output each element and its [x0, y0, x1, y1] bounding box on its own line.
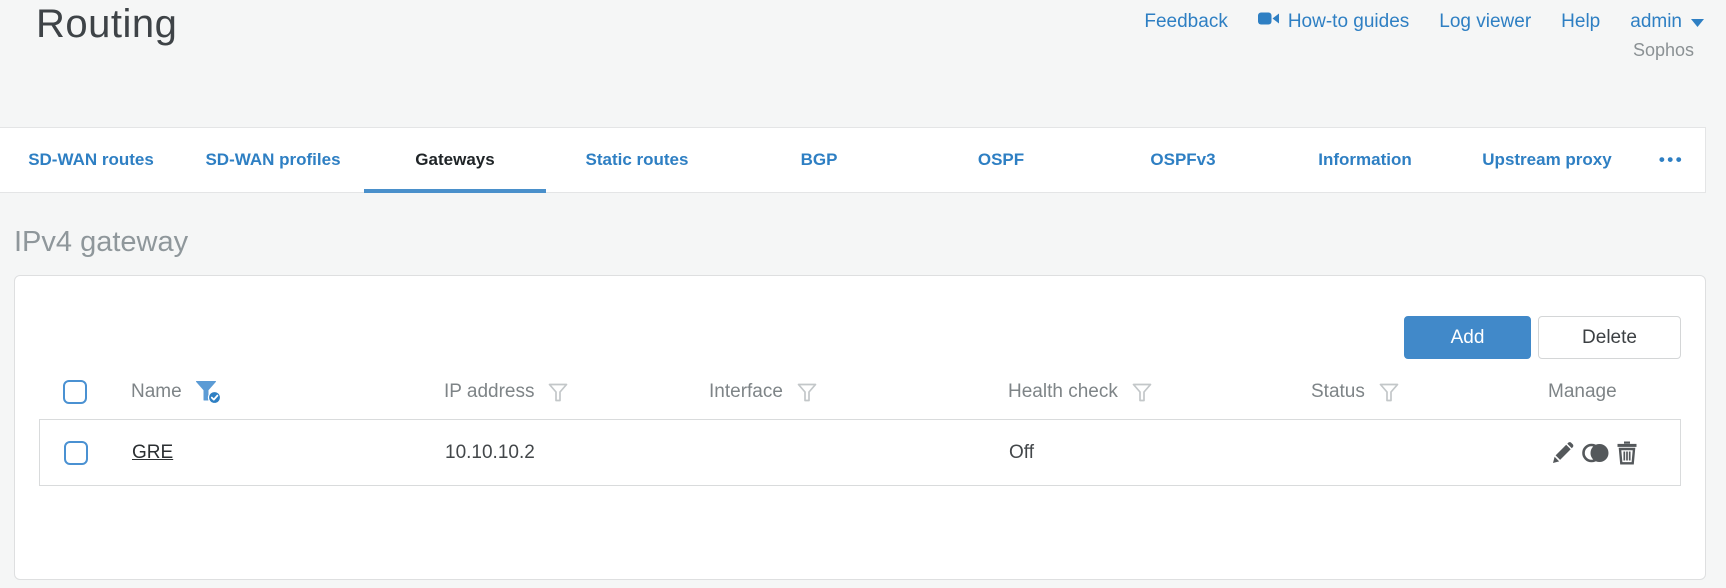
brand-label: Sophos — [1632, 40, 1694, 60]
video-camera-icon — [1257, 10, 1279, 33]
table-row: GRE 10.10.10.2 Off — [39, 419, 1681, 486]
tab-ospf[interactable]: OSPF — [910, 128, 1092, 192]
log-viewer-label: Log viewer — [1439, 10, 1532, 32]
tab-ospfv3[interactable]: OSPFv3 — [1092, 128, 1274, 192]
column-header-manage: Manage — [1548, 381, 1617, 402]
filter-icon[interactable] — [547, 382, 569, 403]
feedback-label: Feedback — [1144, 10, 1228, 32]
tab-upstream-proxy[interactable]: Upstream proxy — [1456, 128, 1638, 192]
tab-bar: SD-WAN routes SD-WAN profiles Gateways S… — [0, 127, 1706, 193]
feedback-link[interactable]: Feedback — [1144, 11, 1227, 33]
select-all-checkbox[interactable] — [63, 380, 87, 404]
table-header: Name IP address Interface Health check S… — [15, 374, 1705, 410]
howto-guides-label: How-to guides — [1287, 10, 1410, 32]
edit-icon[interactable] — [1551, 441, 1574, 464]
section-heading: IPv4 gateway — [14, 226, 189, 258]
user-menu[interactable]: admin — [1630, 11, 1704, 33]
manage-actions — [1551, 441, 1637, 464]
column-header-interface: Interface — [709, 381, 783, 402]
page-title: Routing — [36, 2, 178, 46]
delete-button[interactable]: Delete — [1538, 316, 1681, 359]
tab-bgp[interactable]: BGP — [728, 128, 910, 192]
column-header-health-check: Health check — [1008, 381, 1118, 402]
help-label: Help — [1561, 10, 1601, 32]
tab-sd-wan-routes[interactable]: SD-WAN routes — [0, 128, 182, 192]
delete-icon[interactable] — [1617, 441, 1637, 464]
filter-icon[interactable] — [1378, 382, 1400, 403]
filter-active-icon[interactable] — [195, 380, 222, 404]
column-header-ip-address: IP address — [444, 381, 535, 402]
column-header-name: Name — [131, 381, 182, 402]
filter-icon[interactable] — [796, 382, 818, 403]
add-button[interactable]: Add — [1404, 316, 1531, 359]
tab-gateways[interactable]: Gateways — [364, 128, 546, 193]
filter-icon[interactable] — [1131, 382, 1153, 403]
caret-down-icon — [1691, 11, 1704, 33]
howto-guides-link[interactable]: How-to guides — [1257, 10, 1410, 33]
tab-static-routes[interactable]: Static routes — [546, 128, 728, 192]
health-check-value: Off — [1009, 441, 1034, 463]
tab-overflow-button[interactable]: ••• — [1638, 128, 1705, 192]
tab-information[interactable]: Information — [1274, 128, 1456, 192]
tab-sd-wan-profiles[interactable]: SD-WAN profiles — [182, 128, 364, 192]
row-checkbox[interactable] — [64, 440, 88, 465]
ip-address-value: 10.10.10.2 — [445, 441, 535, 463]
log-viewer-link[interactable]: Log viewer — [1439, 11, 1531, 33]
gateway-panel: Add Delete Name IP address Interface Hea… — [14, 275, 1706, 580]
gateway-name-link[interactable]: GRE — [132, 442, 173, 464]
column-header-status: Status — [1311, 381, 1365, 402]
help-link[interactable]: Help — [1561, 11, 1600, 33]
user-menu-label: admin — [1630, 10, 1682, 32]
clone-icon[interactable] — [1582, 441, 1609, 464]
header-links: Feedback How-to guides Log viewer Help a… — [1144, 10, 1704, 33]
